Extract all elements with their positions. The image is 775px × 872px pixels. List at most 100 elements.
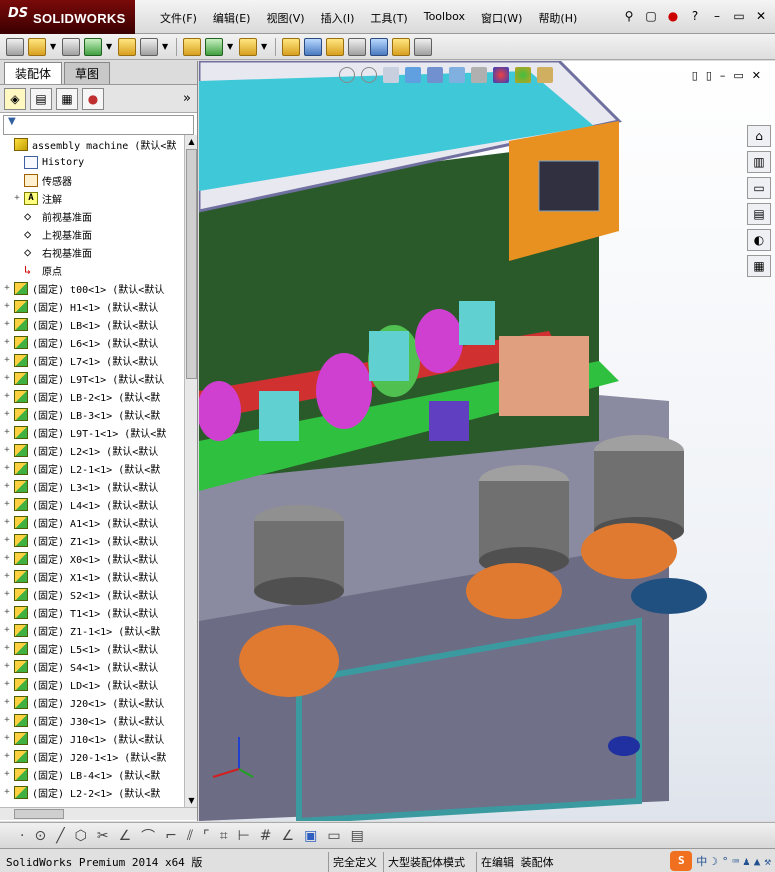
new-motion-study-icon[interactable] xyxy=(282,37,300,56)
design-library-icon[interactable]: ▥ xyxy=(747,151,771,173)
display-manager-icon[interactable]: ● xyxy=(82,87,104,110)
expand-icon[interactable]: + xyxy=(2,625,12,635)
expand-icon[interactable]: + xyxy=(2,481,12,491)
tree-item[interactable]: + (固定) L9T<1> (默认<默认 xyxy=(0,369,184,387)
tree-item[interactable]: + (固定) H1<1> (默认<默认 xyxy=(0,297,184,315)
tree-item[interactable]: + (固定) LB-3<1> (默认<默 xyxy=(0,405,184,423)
new-doc-icon[interactable]: ▢ xyxy=(643,8,659,24)
line-icon[interactable]: ╱ xyxy=(56,828,64,844)
view-palette-icon[interactable]: ▤ xyxy=(747,203,771,225)
expand-icon[interactable]: + xyxy=(2,661,12,671)
menu-window[interactable]: 窗口(W) xyxy=(473,10,530,26)
doc-close-button[interactable]: ✕ xyxy=(752,69,761,82)
display-style-icon[interactable] xyxy=(449,67,465,83)
linear-pattern-icon[interactable] xyxy=(84,37,102,56)
expand-icon[interactable]: + xyxy=(2,535,12,545)
expand-icon[interactable]: + xyxy=(2,607,12,617)
menu-insert[interactable]: 插入(I) xyxy=(313,10,363,26)
zoom-to-area-icon[interactable] xyxy=(361,67,377,83)
expand-icon[interactable]: + xyxy=(2,355,12,365)
menu-help[interactable]: 帮助(H) xyxy=(530,10,585,26)
configuration-manager-icon[interactable]: ▦ xyxy=(56,87,78,110)
tree-item[interactable]: + (固定) A1<1> (默认<默认 xyxy=(0,513,184,531)
point-icon[interactable]: · xyxy=(20,828,24,844)
tree-item[interactable]: + (固定) L2<1> (默认<默认 xyxy=(0,441,184,459)
tree-item[interactable]: + (固定) J20-1<1> (默认<默 xyxy=(0,747,184,765)
tree-item[interactable]: + (固定) L9T-1<1> (默认<默 xyxy=(0,423,184,441)
expand-icon[interactable]: + xyxy=(2,337,12,347)
hide-show-items-icon[interactable] xyxy=(471,67,487,83)
tree-item[interactable]: + (固定) S2<1> (默认<默认 xyxy=(0,585,184,603)
edit-appearance-icon[interactable] xyxy=(493,67,509,83)
tree-item[interactable]: ↳ 原点 xyxy=(0,261,184,279)
tree-item[interactable]: + (固定) L7<1> (默认<默认 xyxy=(0,351,184,369)
sogou-logo-icon[interactable]: S xyxy=(670,851,693,871)
tree-filter-input[interactable]: ▼ xyxy=(3,115,194,135)
interference-detection-icon[interactable] xyxy=(370,37,388,56)
view-settings-icon[interactable] xyxy=(537,67,553,83)
toolbox-icon[interactable]: ▲ xyxy=(754,855,761,868)
expand-icon[interactable]: + xyxy=(2,499,12,509)
feature-manager-icon[interactable]: ◈ xyxy=(4,87,26,110)
explode-line-sketch-icon[interactable] xyxy=(348,37,366,56)
shaded-view-icon[interactable]: ▣ xyxy=(304,828,317,844)
expand-icon[interactable]: + xyxy=(2,427,12,437)
ime-language[interactable]: 中 xyxy=(696,853,707,869)
zoom-to-fit-icon[interactable] xyxy=(339,67,355,83)
tree-item[interactable]: + (固定) LB-4<1> (默认<默 xyxy=(0,765,184,783)
mate-icon[interactable] xyxy=(62,37,80,56)
tree-item[interactable]: + (固定) T1<1> (默认<默认 xyxy=(0,603,184,621)
tree-item[interactable]: + (固定) J30<1> (默认<默认 xyxy=(0,711,184,729)
scroll-thumb[interactable] xyxy=(186,149,197,379)
chevron-down-icon[interactable]: ▼ xyxy=(227,38,235,56)
minimize-button[interactable]: – xyxy=(709,8,725,24)
filter-icon[interactable]: ▼ xyxy=(8,116,16,127)
custom-properties-icon[interactable]: ▦ xyxy=(747,255,771,277)
file-explorer-icon[interactable]: ▭ xyxy=(747,177,771,199)
tree-item[interactable]: + (固定) LB-2<1> (默认<默 xyxy=(0,387,184,405)
close-button[interactable]: ✕ xyxy=(753,8,769,24)
tree-item[interactable]: + (固定) L2-1<1> (默认<默 xyxy=(0,459,184,477)
tree-item[interactable]: + (固定) Z1-1<1> (默认<默 xyxy=(0,621,184,639)
tree-item[interactable]: + (固定) LB<1> (默认<默认 xyxy=(0,315,184,333)
section-view-icon[interactable] xyxy=(405,67,421,83)
move-component-icon[interactable] xyxy=(140,37,158,56)
corner-rectangle-icon[interactable]: ⌜ xyxy=(203,828,210,844)
status-large-assembly-mode[interactable]: 大型装配体模式 xyxy=(383,852,469,872)
menu-toolbox[interactable]: Toolbox xyxy=(416,10,473,26)
fillet-icon[interactable]: ⌒ xyxy=(141,826,155,846)
traffic-light-icon[interactable]: ● xyxy=(665,8,681,24)
single-view-icon[interactable]: ▭ xyxy=(327,828,340,844)
bill-of-materials-icon[interactable] xyxy=(304,37,322,56)
solidworks-resources-icon[interactable]: ⌂ xyxy=(747,125,771,147)
tree-item[interactable]: History xyxy=(0,153,184,171)
scroll-up-arrow[interactable]: ▲ xyxy=(185,135,198,148)
expand-icon[interactable]: + xyxy=(2,715,12,725)
expand-icon[interactable]: + xyxy=(2,571,12,581)
menu-edit[interactable]: 编辑(E) xyxy=(205,10,259,26)
menu-tools[interactable]: 工具(T) xyxy=(362,10,415,26)
menu-view[interactable]: 视图(V) xyxy=(258,10,312,26)
expand-icon[interactable]: + xyxy=(2,391,12,401)
help-icon[interactable]: ? xyxy=(687,8,703,24)
skin-icon[interactable]: ♟ xyxy=(743,855,750,868)
expand-icon[interactable]: + xyxy=(2,751,12,761)
wrench-icon[interactable]: ⚒ xyxy=(764,855,771,868)
expand-icon[interactable]: + xyxy=(2,517,12,527)
tree-item[interactable]: + (固定) J20<1> (默认<默认 xyxy=(0,693,184,711)
insert-components-icon[interactable] xyxy=(28,37,46,56)
expand-icon[interactable]: + xyxy=(2,301,12,311)
apply-scene-icon[interactable] xyxy=(515,67,531,83)
view-orientation-icon[interactable] xyxy=(427,67,443,83)
expand-icon[interactable]: + xyxy=(12,193,22,203)
assembly-features-icon[interactable] xyxy=(205,37,223,56)
instant3d-icon[interactable] xyxy=(392,37,410,56)
tree-item[interactable]: + (固定) L3<1> (默认<默认 xyxy=(0,477,184,495)
tree-item[interactable]: + (固定) S4<1> (默认<默认 xyxy=(0,657,184,675)
doc-minimize-button[interactable]: – xyxy=(720,69,726,82)
punctuation-icon[interactable]: ° xyxy=(722,855,729,868)
expand-icon[interactable]: + xyxy=(2,589,12,599)
keyboard-icon[interactable]: ⌨ xyxy=(733,855,740,868)
half-width-icon[interactable]: ☽ xyxy=(711,855,718,868)
tree-item[interactable]: 传感器 xyxy=(0,171,184,189)
